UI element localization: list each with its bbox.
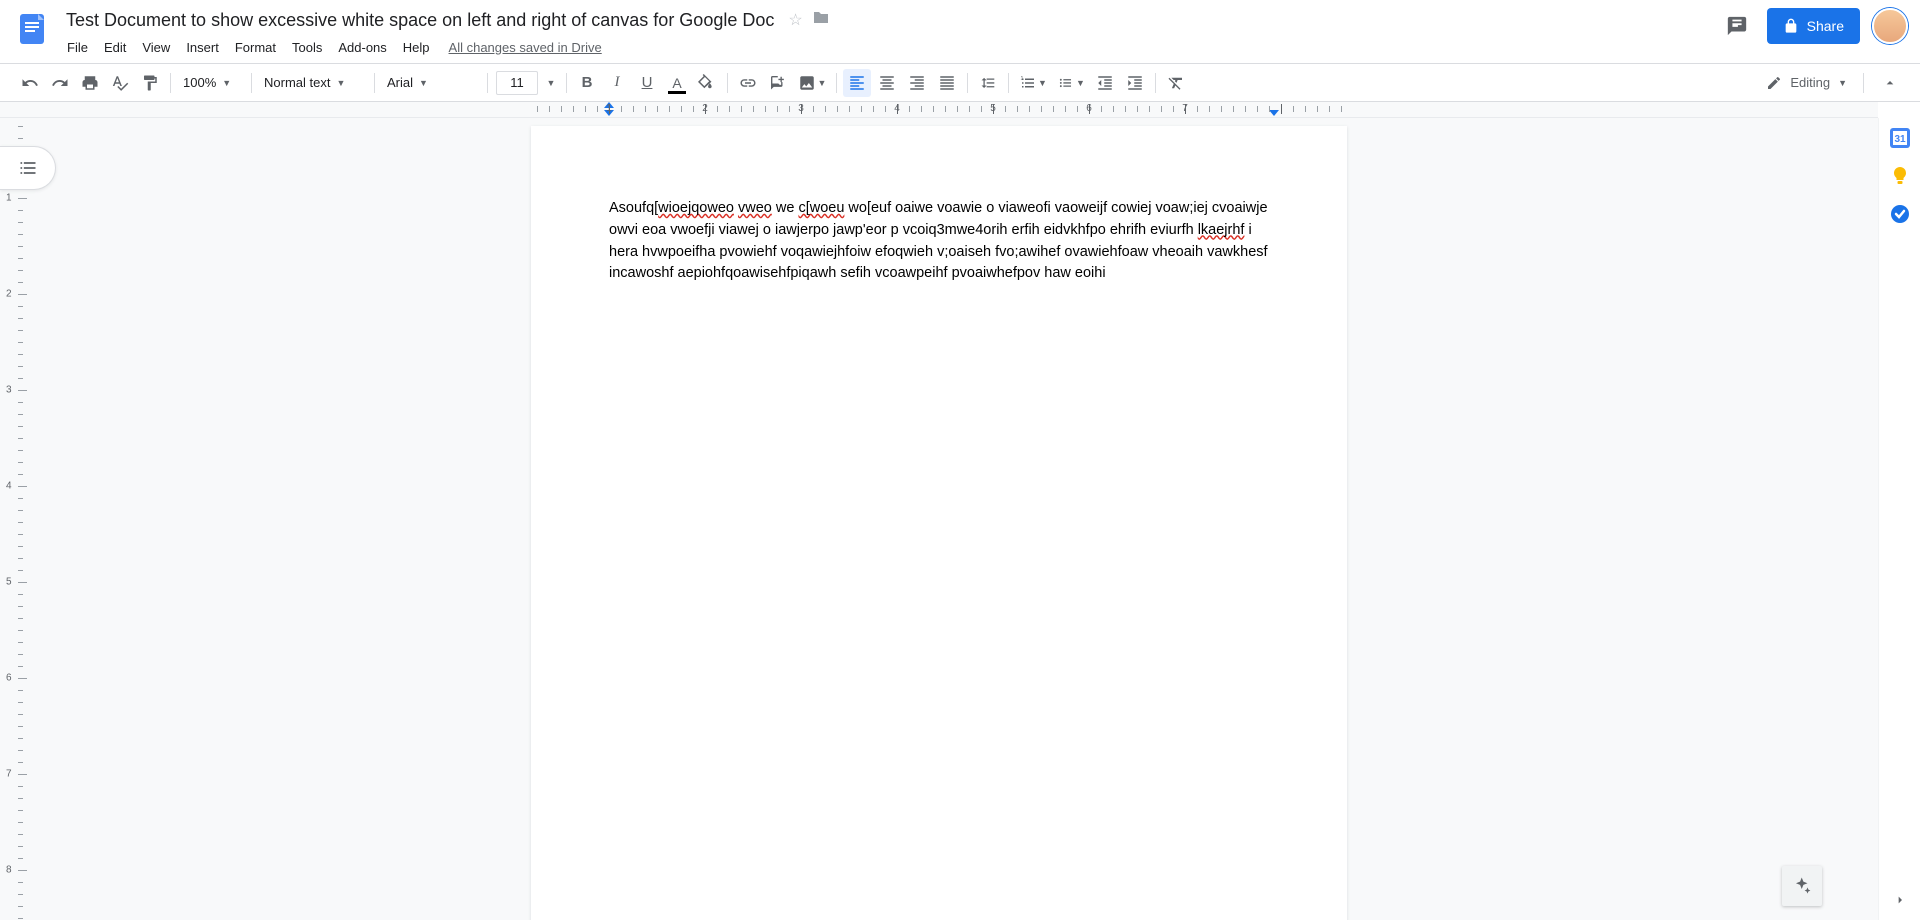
share-button[interactable]: Share [1767, 8, 1860, 44]
calendar-addon-icon[interactable]: 31 [1890, 128, 1910, 148]
font-family-select[interactable]: Arial▼ [381, 70, 481, 96]
paint-format-button[interactable] [136, 69, 164, 97]
chevron-down-icon: ▼ [1838, 78, 1847, 88]
italic-button[interactable]: I [603, 69, 631, 97]
line-spacing-button[interactable] [974, 69, 1002, 97]
menu-format[interactable]: Format [228, 36, 283, 59]
menu-tools[interactable]: Tools [285, 36, 329, 59]
decrease-indent-button[interactable] [1091, 69, 1119, 97]
menu-addons[interactable]: Add-ons [331, 36, 393, 59]
document-canvas[interactable]: 12345678910 Asoufq[wioejqoweo vweo we c[… [0, 118, 1878, 920]
share-button-label: Share [1807, 18, 1844, 34]
right-indent-marker[interactable] [1269, 110, 1279, 116]
document-title[interactable]: Test Document to show excessive white sp… [60, 8, 780, 33]
align-left-button[interactable] [843, 69, 871, 97]
font-size-dropdown[interactable]: ▼ [542, 69, 560, 97]
increase-indent-button[interactable] [1121, 69, 1149, 97]
horizontal-ruler[interactable]: 1234567 [0, 102, 1878, 118]
align-center-button[interactable] [873, 69, 901, 97]
star-icon[interactable]: ☆ [788, 10, 802, 30]
insert-comment-button[interactable] [764, 69, 792, 97]
side-panel: 31 [1878, 118, 1920, 920]
bold-button[interactable]: B [573, 69, 601, 97]
explore-button[interactable] [1782, 866, 1822, 906]
tasks-addon-icon[interactable] [1890, 204, 1910, 224]
hide-side-panel-button[interactable] [1886, 886, 1914, 914]
insert-image-button[interactable]: ▼ [794, 69, 830, 97]
redo-button[interactable] [46, 69, 74, 97]
menu-insert[interactable]: Insert [179, 36, 226, 59]
keep-addon-icon[interactable] [1890, 166, 1910, 186]
svg-text:1: 1 [1021, 76, 1024, 82]
toolbar: 100%▼ Normal text▼ Arial▼ 11 ▼ B I U A ▼… [0, 64, 1920, 102]
hide-menus-button[interactable] [1876, 69, 1904, 97]
folder-move-icon[interactable] [813, 10, 829, 30]
svg-text:31: 31 [1894, 134, 1906, 145]
zoom-select[interactable]: 100%▼ [177, 70, 245, 96]
open-comments-button[interactable] [1719, 8, 1755, 44]
save-status[interactable]: All changes saved in Drive [449, 40, 602, 55]
spellcheck-button[interactable] [106, 69, 134, 97]
paragraph-style-select[interactable]: Normal text▼ [258, 70, 368, 96]
insert-link-button[interactable] [734, 69, 762, 97]
page[interactable]: Asoufq[wioejqoweo vweo we c[woeu wo[euf … [531, 126, 1347, 920]
show-outline-button[interactable] [0, 146, 56, 190]
menu-help[interactable]: Help [396, 36, 437, 59]
underline-button[interactable]: U [633, 69, 661, 97]
font-size-input[interactable]: 11 [496, 71, 538, 95]
menu-file[interactable]: File [60, 36, 95, 59]
menu-view[interactable]: View [135, 36, 177, 59]
document-body-text[interactable]: Asoufq[wioejqoweo vweo we c[woeu wo[euf … [609, 198, 1269, 285]
editing-mode-label: Editing [1790, 75, 1830, 90]
docs-logo[interactable] [12, 8, 52, 48]
editing-mode-button[interactable]: Editing ▼ [1756, 69, 1857, 97]
text-color-button[interactable]: A [663, 69, 691, 97]
vertical-ruler[interactable]: 12345678910 [0, 118, 28, 920]
menu-bar: File Edit View Insert Format Tools Add-o… [60, 34, 1719, 60]
align-justify-button[interactable] [933, 69, 961, 97]
print-button[interactable] [76, 69, 104, 97]
checklist-button[interactable]: 1▼ [1015, 69, 1051, 97]
highlight-color-button[interactable] [693, 69, 721, 97]
clear-formatting-button[interactable] [1162, 69, 1190, 97]
align-right-button[interactable] [903, 69, 931, 97]
account-avatar[interactable] [1872, 8, 1908, 44]
menu-edit[interactable]: Edit [97, 36, 133, 59]
bulleted-list-button[interactable]: ▼ [1053, 69, 1089, 97]
undo-button[interactable] [16, 69, 44, 97]
